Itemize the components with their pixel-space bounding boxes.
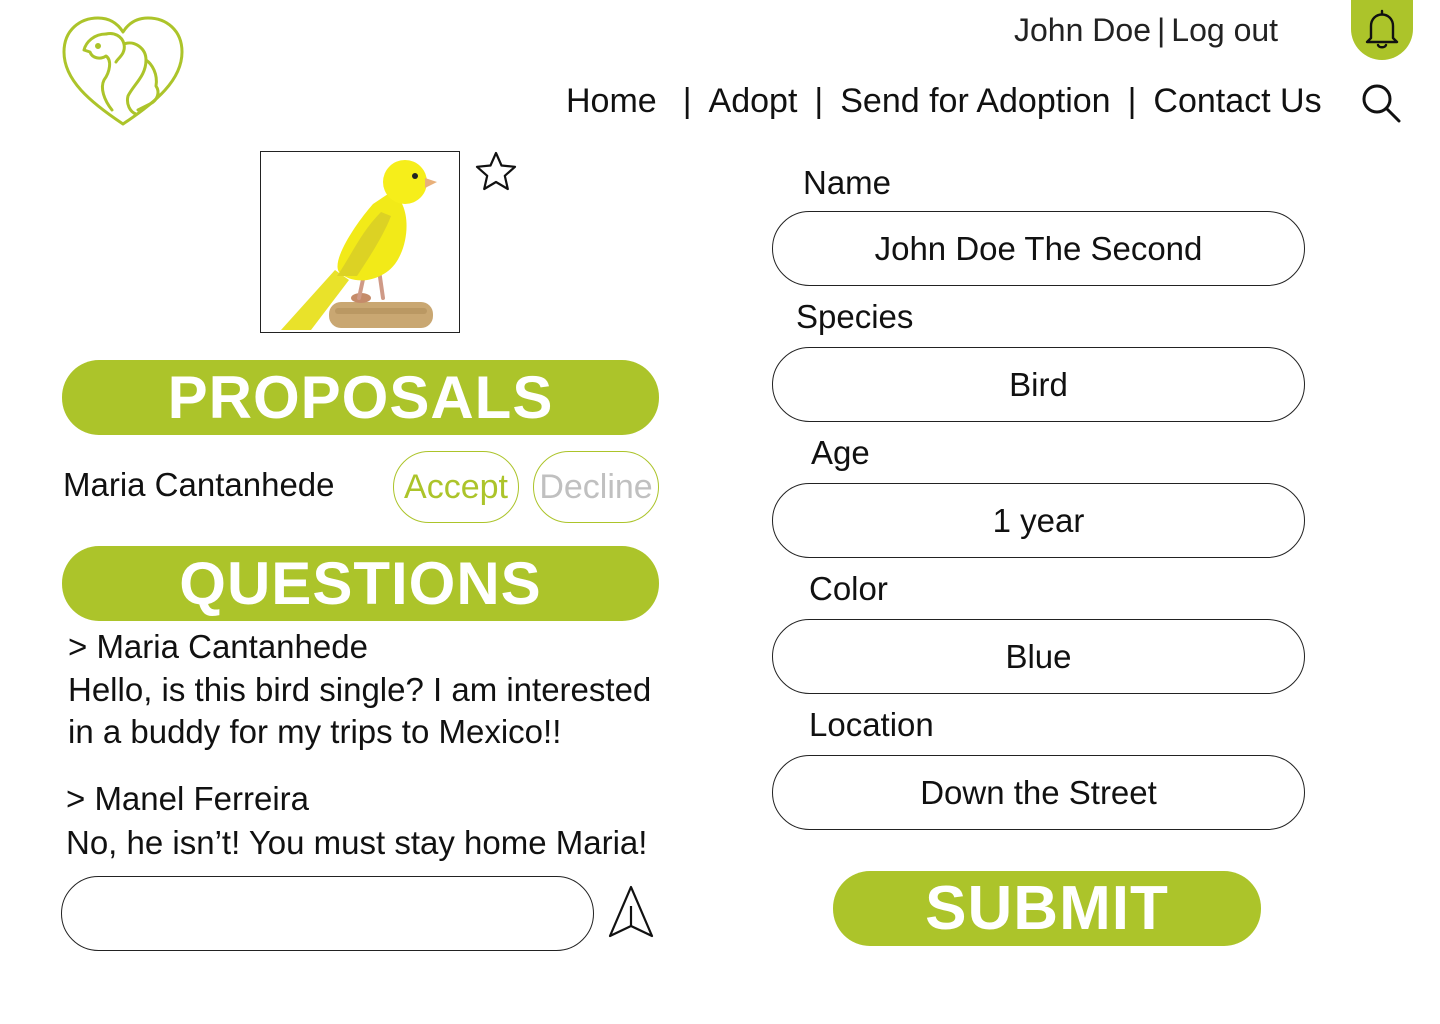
main-nav: Home | Adopt | Send for Adoption | Conta…: [566, 82, 1322, 121]
proposals-header: PROPOSALS: [62, 360, 659, 435]
user-account-bar: John Doe | Log out: [1014, 12, 1278, 49]
location-label: Location: [809, 706, 934, 743]
search-button[interactable]: [1360, 82, 1402, 124]
question-author: > Maria Cantanhede: [68, 628, 368, 665]
proposal-name: Maria Cantanhede: [63, 466, 335, 503]
species-field[interactable]: Bird: [772, 347, 1305, 422]
send-icon: [608, 885, 654, 938]
question-author: > Manel Ferreira: [66, 780, 310, 817]
name-label: Name: [803, 164, 892, 201]
color-label: Color: [809, 570, 888, 607]
pet-heart-logo[interactable]: [60, 14, 186, 128]
accept-button[interactable]: Accept: [393, 451, 519, 523]
species-label: Species: [796, 298, 914, 335]
decline-button[interactable]: Decline: [533, 451, 659, 523]
notifications-button[interactable]: [1351, 0, 1413, 60]
nav-home[interactable]: Home: [566, 82, 657, 121]
nav-separator: |: [1127, 82, 1137, 120]
nav-separator: |: [814, 82, 824, 120]
nav-adopt[interactable]: Adopt: [709, 82, 798, 121]
bell-icon: [1365, 9, 1399, 49]
age-label: Age: [811, 434, 870, 471]
search-icon: [1362, 84, 1401, 123]
question-text: Hello, is this bird single? I am interes…: [68, 671, 652, 750]
name-field[interactable]: John Doe The Second: [772, 211, 1305, 286]
nav-contact-us[interactable]: Contact Us: [1153, 82, 1321, 121]
submit-button[interactable]: SUBMIT: [833, 871, 1261, 946]
nav-separator: |: [682, 82, 692, 120]
user-separator: |: [1156, 12, 1166, 48]
user-name[interactable]: John Doe: [1014, 12, 1151, 48]
send-button[interactable]: [606, 884, 656, 940]
questions-header: QUESTIONS: [62, 546, 659, 621]
favorite-star-icon[interactable]: [474, 150, 518, 194]
reply-input[interactable]: [61, 876, 594, 951]
pet-photo: [260, 151, 460, 333]
age-field[interactable]: 1 year: [772, 483, 1305, 558]
nav-send-for-adoption[interactable]: Send for Adoption: [840, 82, 1110, 121]
logout-link[interactable]: Log out: [1171, 12, 1278, 48]
question-text: No, he isn’t! You must stay home Maria!: [66, 824, 648, 861]
location-field[interactable]: Down the Street: [772, 755, 1305, 830]
color-field[interactable]: Blue: [772, 619, 1305, 694]
